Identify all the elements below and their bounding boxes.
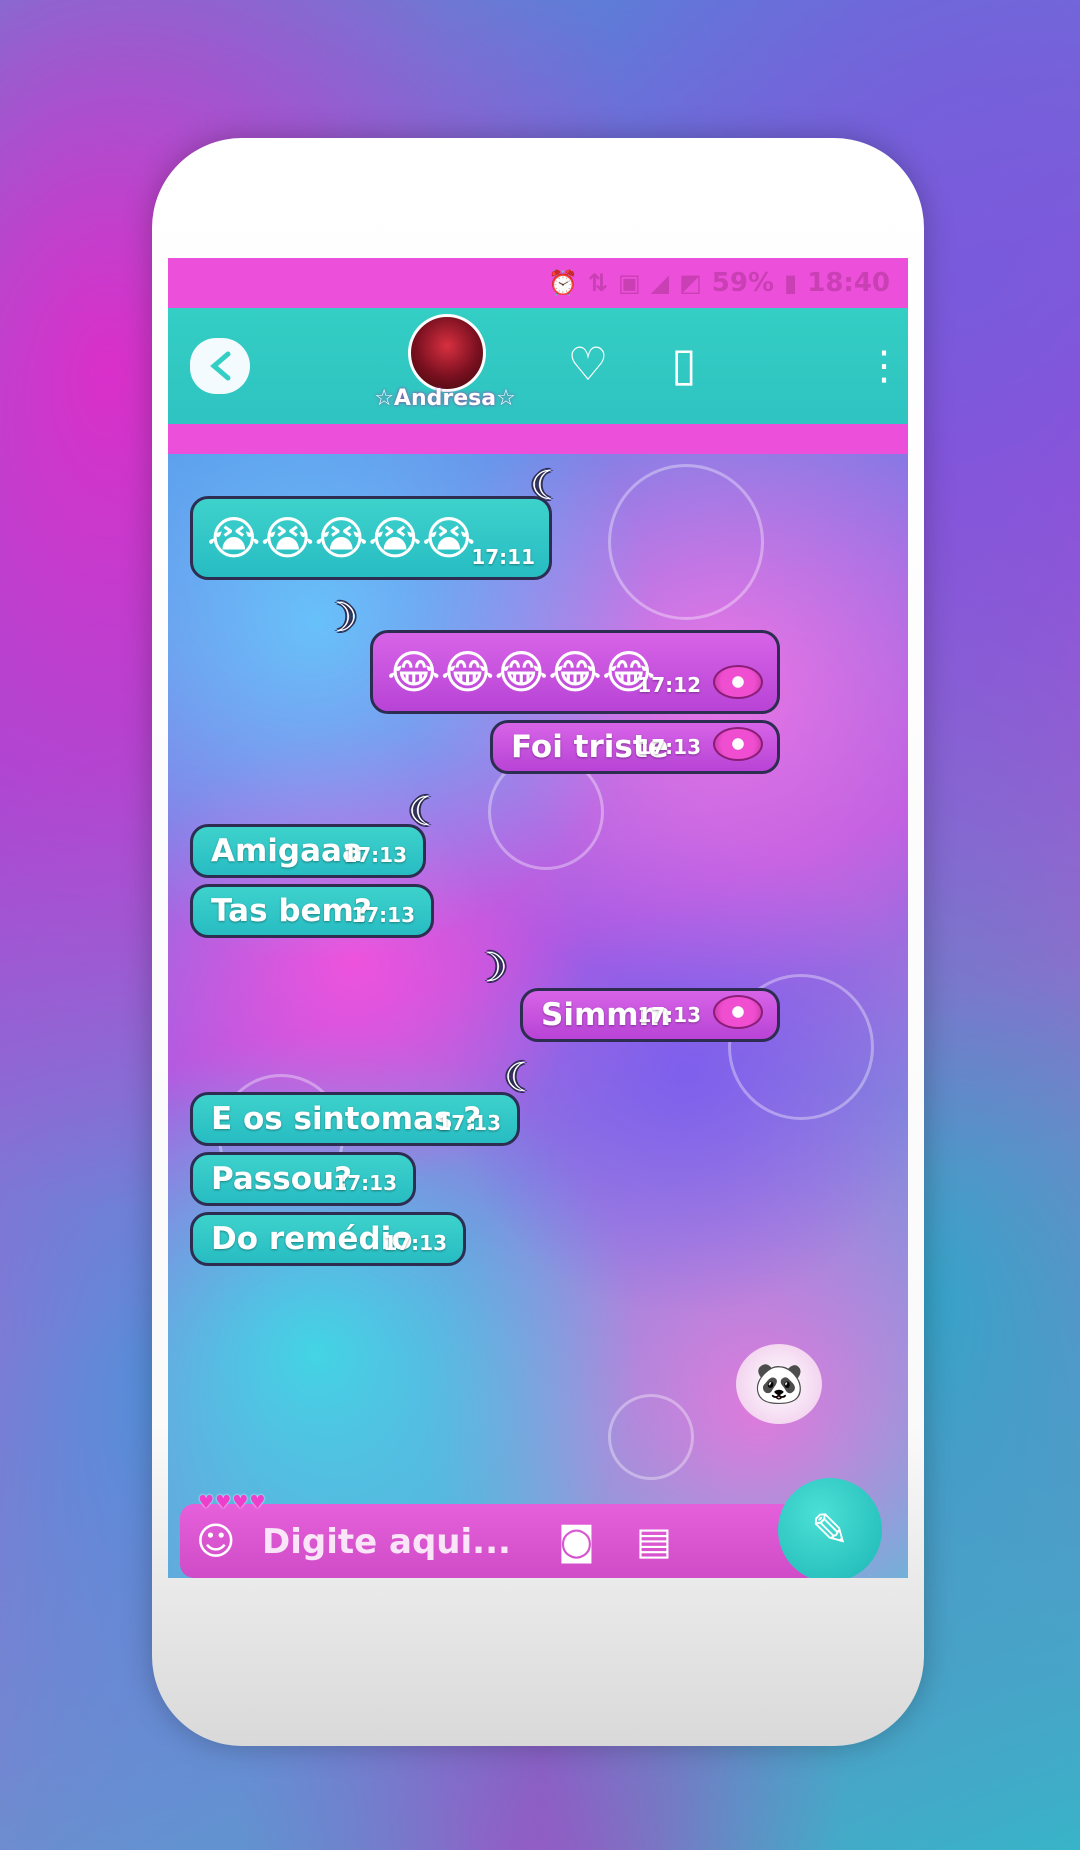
message-bubble-incoming[interactable]: Amigaaa 17:13 — [190, 824, 426, 878]
message-bubble-incoming[interactable]: Tas bem? 17:13 — [190, 884, 434, 938]
moon-icon: ☽ — [472, 945, 508, 991]
signal2-icon: ◩ — [679, 269, 702, 297]
message-time: 17:13 — [351, 903, 415, 927]
header-strip — [168, 424, 908, 454]
send-icon[interactable]: ✎ — [778, 1478, 882, 1578]
message-time: 17:11 — [471, 545, 535, 569]
panda-sticker-icon[interactable]: 🐼 — [736, 1344, 822, 1424]
seen-eye-icon — [713, 727, 763, 761]
camera-icon[interactable]: ◙ — [558, 1504, 595, 1578]
battery-percent: 59% — [711, 268, 775, 298]
message-text: Do remédio — [211, 1221, 413, 1257]
balloon-icon[interactable]: ♡ — [560, 336, 616, 392]
dreamcatcher-decoration — [608, 1394, 694, 1480]
message-time: 17:13 — [383, 1231, 447, 1255]
gallery-icon[interactable]: ▤ — [636, 1504, 672, 1578]
chat-header: ☆Andresa☆ ♡ ▯ ⋮ — [168, 308, 908, 424]
clock: 18:40 — [807, 268, 890, 298]
back-icon[interactable] — [190, 338, 250, 394]
moon-icon: ☽ — [322, 595, 358, 641]
message-bubble-incoming[interactable]: Do remédio 17:13 — [190, 1212, 466, 1266]
signal-icon: ◢ — [650, 269, 670, 297]
message-text: Amigaaa — [211, 833, 363, 869]
moon-icon: ☾ — [504, 1055, 540, 1101]
menu-icon[interactable]: ⋮ — [864, 338, 904, 394]
message-bubble-incoming[interactable]: E os sintomas ? 17:13 — [190, 1092, 520, 1146]
message-text: Tas bem? — [211, 893, 372, 929]
seen-eye-icon — [713, 665, 763, 699]
message-time: 17:13 — [437, 1111, 501, 1135]
message-emoji: 😭😭😭😭😭 — [207, 511, 476, 565]
message-bubble-incoming[interactable]: 😭😭😭😭😭 17:11 — [190, 496, 552, 580]
alarm-icon: ⏰ — [547, 269, 578, 297]
contact-name[interactable]: ☆Andresa☆ — [328, 386, 562, 411]
message-bubble-incoming[interactable]: Passou? 17:13 — [190, 1152, 416, 1206]
avatar[interactable] — [408, 314, 486, 392]
battery-icon: ▮ — [784, 269, 798, 297]
chat-area[interactable]: ☾ 😭😭😭😭😭 17:11 ☽ 😂😂😂😂😂 17:12 Foi triste 1… — [168, 454, 908, 1578]
message-bubble-outgoing[interactable]: Foi triste 17:13 — [490, 720, 780, 774]
message-composer: ♥♥♥♥ ☺ ◙ ▤ — [180, 1492, 820, 1578]
app-screen: ⏰ ⇅ ▣ ◢ ◩ 59% ▮ 18:40 ☆Andresa☆ ♡ ▯ ⋮ ☾ … — [168, 258, 908, 1578]
nfc-icon: ▣ — [617, 269, 641, 297]
message-text: Passou? — [211, 1161, 353, 1197]
back-icon-shape — [198, 345, 243, 387]
message-time: 17:13 — [343, 843, 407, 867]
message-time: 17:12 — [637, 673, 701, 697]
sticker-icon[interactable]: ☺ — [196, 1504, 236, 1578]
status-bar: ⏰ ⇅ ▣ ◢ ◩ 59% ▮ 18:40 — [168, 258, 908, 308]
message-time: 17:13 — [637, 1003, 701, 1027]
phone-icon[interactable]: ▯ — [656, 336, 712, 392]
seen-eye-icon — [713, 995, 763, 1029]
data-icon: ⇅ — [587, 269, 608, 297]
message-input[interactable] — [260, 1518, 554, 1566]
message-emoji: 😂😂😂😂😂 — [387, 645, 656, 699]
message-time: 17:13 — [637, 735, 701, 759]
message-bubble-outgoing[interactable]: Simmm 17:13 — [520, 988, 780, 1042]
dreamcatcher-decoration — [608, 464, 764, 620]
message-time: 17:13 — [333, 1171, 397, 1195]
message-bubble-outgoing[interactable]: 😂😂😂😂😂 17:12 — [370, 630, 780, 714]
